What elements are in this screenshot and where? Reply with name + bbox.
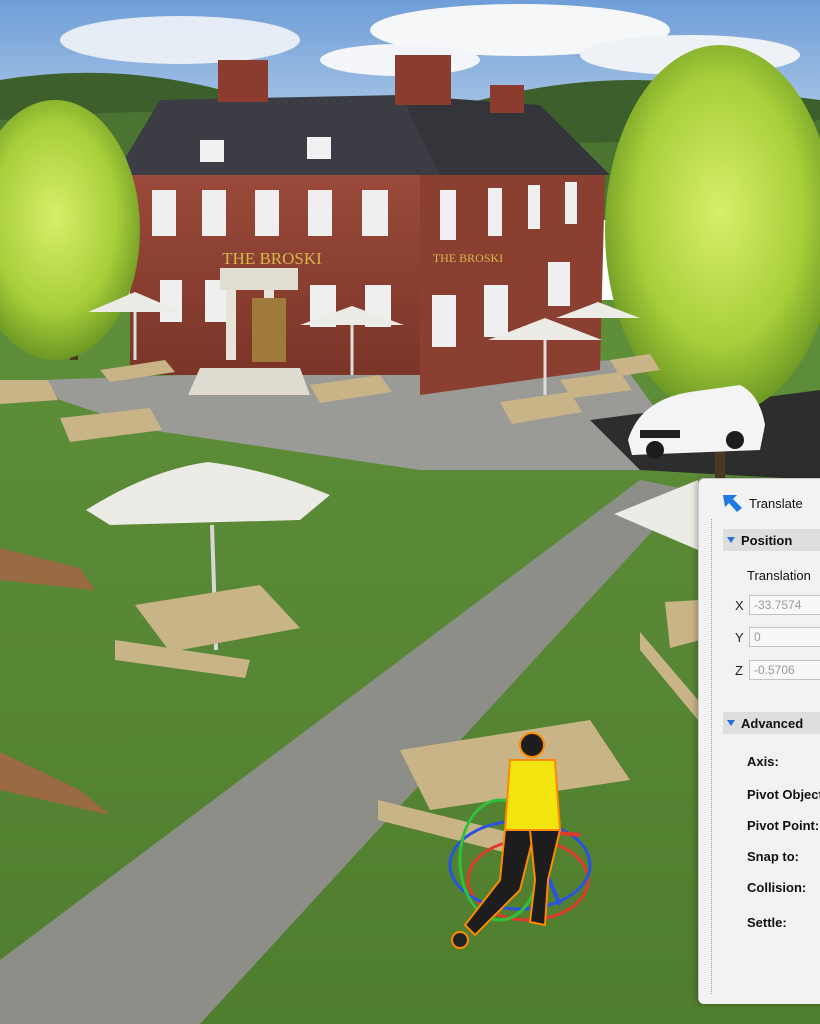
chevron-down-icon <box>727 537 735 543</box>
advanced-title: Advanced <box>741 715 804 731</box>
translate-tool-header[interactable]: Translate <box>721 493 803 513</box>
axis-label: Axis: <box>747 754 779 769</box>
z-axis-label: Z <box>735 662 743 678</box>
settle-label: Settle: <box>747 915 787 930</box>
pivot-point-label: Pivot Point: <box>747 818 820 833</box>
pub-sign-front: THE BROSKI <box>222 249 322 268</box>
x-axis-label: X <box>735 597 744 613</box>
pub-sign-side: THE BROSKI <box>433 251 503 265</box>
y-input[interactable] <box>749 627 820 647</box>
pub-building <box>115 55 610 395</box>
panel-divider <box>711 519 712 994</box>
translate-arrow-icon <box>723 495 742 512</box>
tool-label: Translate <box>749 495 803 511</box>
x-input[interactable] <box>749 595 820 615</box>
position-title: Position <box>741 532 793 548</box>
y-row: Y <box>735 627 820 647</box>
z-row: Z <box>735 660 820 680</box>
x-row: X <box>735 595 820 615</box>
advanced-section-header[interactable]: Advanced <box>723 712 820 734</box>
3d-viewport[interactable]: THE BROSKI THE BROSKI <box>0 0 820 1024</box>
translation-label: Translation <box>747 568 811 583</box>
pivot-object-label: Pivot Object <box>747 787 820 802</box>
snap-to-label: Snap to: <box>747 849 799 864</box>
z-input[interactable] <box>749 660 820 680</box>
properties-panel: Translate Position Translation X Y Z Adv… <box>698 478 820 1004</box>
collision-label: Collision: <box>747 880 807 895</box>
y-axis-label: Y <box>735 629 744 645</box>
chevron-down-icon <box>727 720 735 726</box>
position-section-header[interactable]: Position <box>723 529 820 551</box>
